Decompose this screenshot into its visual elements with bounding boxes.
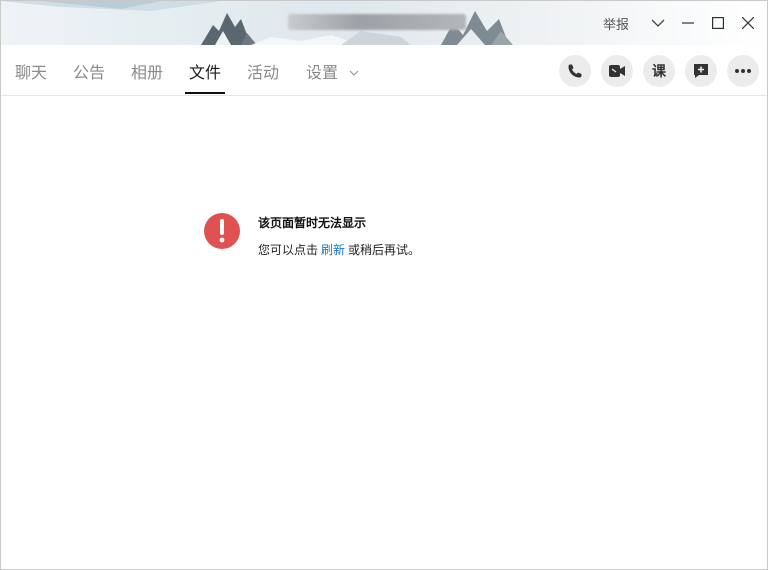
tab-activities[interactable]: 活动 (247, 45, 279, 95)
maximize-button[interactable] (703, 8, 733, 38)
chevron-down-icon (349, 70, 359, 76)
refresh-link[interactable]: 刷新 (321, 243, 345, 257)
tab-label: 文件 (189, 63, 222, 82)
course-button[interactable]: 课 (643, 55, 675, 87)
group-window: 举报 聊天 公告 相册 文件 活动 设置 课 该页面暂时无法显示 您可以点击 刷… (0, 0, 768, 570)
more-button[interactable] (727, 55, 759, 87)
more-dots-icon (735, 69, 751, 73)
phone-icon (568, 64, 582, 78)
chevron-down-icon (651, 19, 665, 27)
active-tab-indicator (185, 92, 226, 94)
video-call-button[interactable] (601, 55, 633, 87)
tab-chat[interactable]: 聊天 (15, 45, 47, 95)
maximize-icon (712, 17, 724, 29)
voice-call-button[interactable] (559, 55, 591, 87)
error-icon (204, 213, 240, 249)
tab-settings[interactable]: 设置 (306, 45, 359, 95)
tab-label: 相册 (131, 63, 164, 82)
tab-files[interactable]: 文件 (185, 45, 226, 95)
video-camera-icon (609, 65, 625, 77)
group-title-redacted (288, 14, 466, 30)
error-message: 您可以点击 刷新 或稍后再试。 (258, 241, 420, 258)
tab-album[interactable]: 相册 (131, 45, 163, 95)
minimize-button[interactable] (673, 8, 703, 38)
title-bar: 举报 (1, 1, 767, 45)
close-button[interactable] (733, 8, 763, 38)
tab-label: 聊天 (15, 63, 48, 82)
tab-announcements[interactable]: 公告 (73, 45, 105, 95)
add-app-button[interactable] (685, 55, 717, 87)
dropdown-button[interactable] (643, 8, 673, 38)
tab-bar: 聊天 公告 相册 文件 活动 设置 课 (1, 45, 767, 96)
minimize-icon (682, 22, 694, 24)
report-link[interactable]: 举报 (603, 14, 629, 33)
close-icon (742, 17, 754, 29)
tab-label: 设置 (306, 63, 339, 82)
course-icon: 课 (652, 64, 666, 80)
window-controls: 举报 (603, 1, 767, 45)
tab-label: 公告 (73, 63, 106, 82)
error-message-suffix: 或稍后再试。 (348, 243, 421, 257)
tab-label: 活动 (247, 63, 280, 82)
exclamation-icon (219, 219, 225, 243)
message-plus-icon (694, 64, 708, 78)
error-title: 该页面暂时无法显示 (258, 216, 367, 230)
error-message-prefix: 您可以点击 (258, 243, 319, 257)
